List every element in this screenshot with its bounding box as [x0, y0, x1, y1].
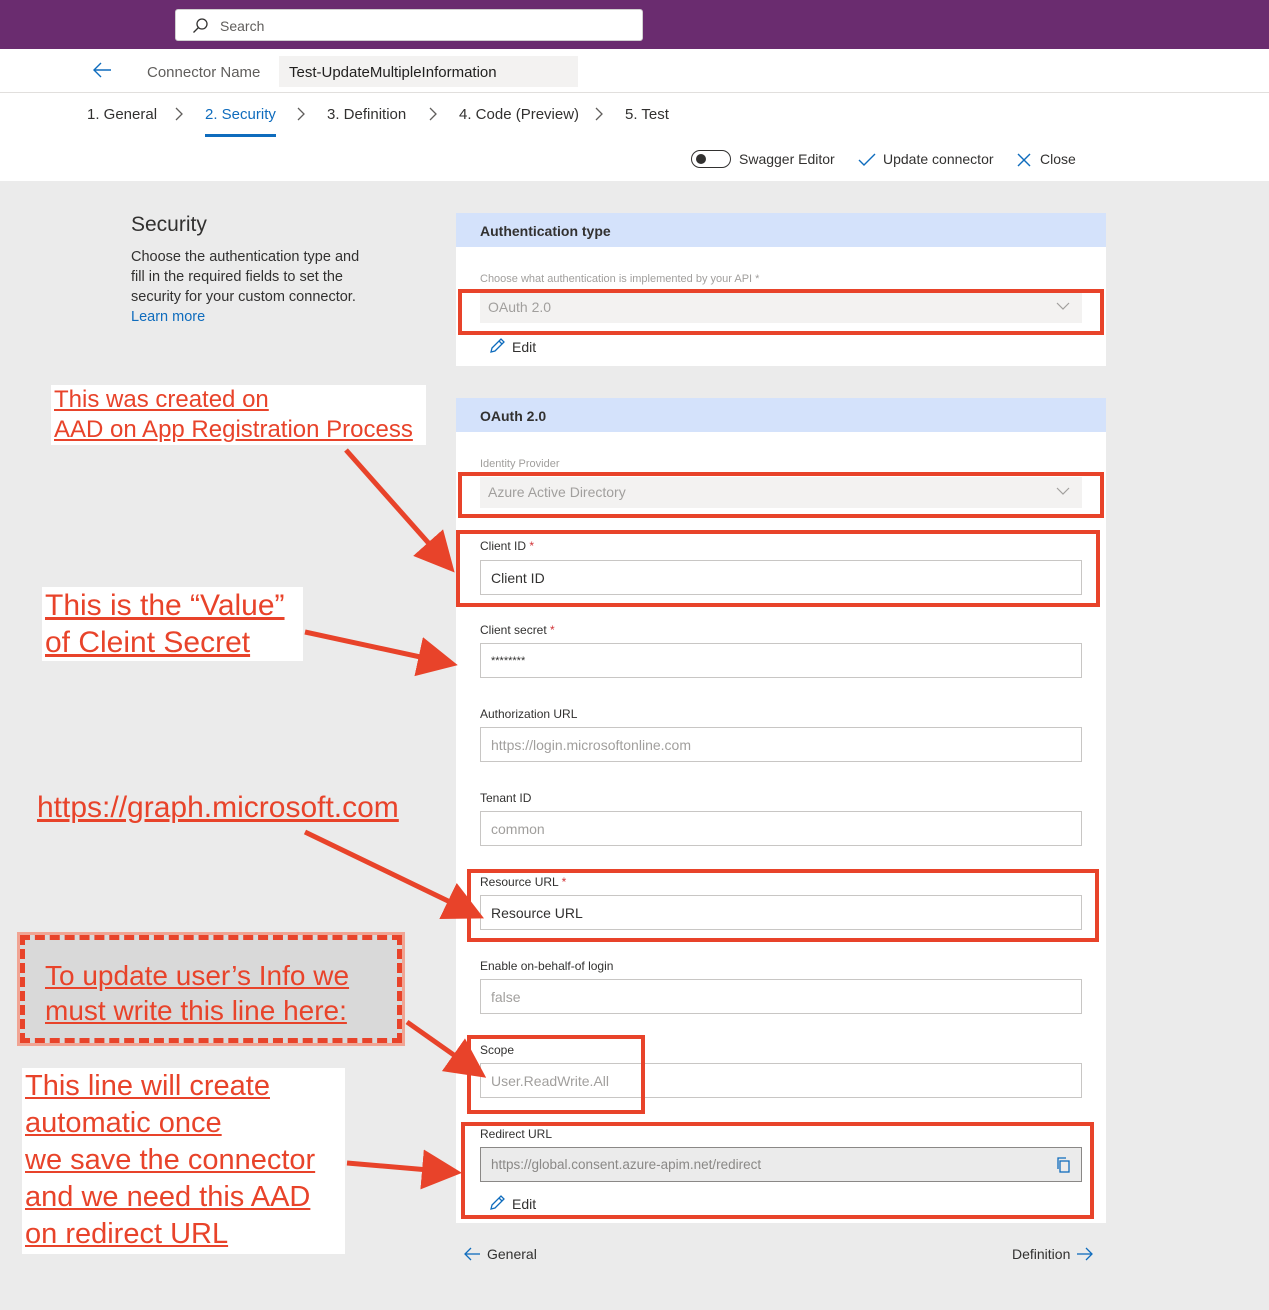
annotation-arrows	[303, 448, 487, 1190]
arrow-to-client-id	[344, 448, 455, 573]
arrow-to-client-secret	[304, 629, 458, 677]
arrow-to-scope	[405, 1019, 487, 1078]
arrow-to-redirect-url	[346, 1149, 462, 1190]
arrow-to-resource-url	[303, 829, 485, 919]
